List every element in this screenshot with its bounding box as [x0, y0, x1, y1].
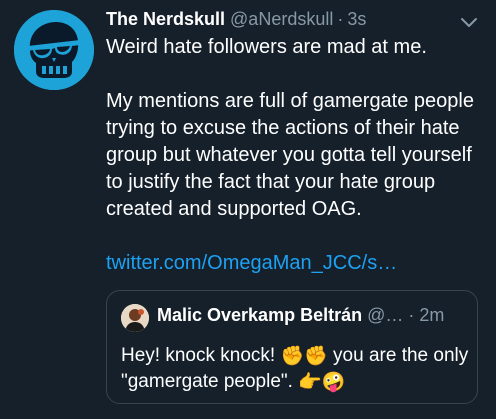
- quoted-separator-dot: ·: [408, 305, 415, 325]
- separator-dot: ·: [337, 9, 344, 29]
- tweet-header: The Nerdskull @aNerdskull · 3s: [106, 9, 366, 33]
- tweet-link[interactable]: twitter.com/OmegaMan_JCC/s…: [106, 250, 397, 277]
- quoted-tweet-text: Hey! knock knock! ✊✊ you are the only "g…: [121, 343, 471, 395]
- tweet-text-line1: Weird hate followers are mad at me.: [106, 36, 427, 58]
- pointing-right-emoji: 👉: [298, 372, 322, 393]
- tweet: The Nerdskull @aNerdskull · 3s Weird hat…: [0, 0, 496, 419]
- display-name[interactable]: The Nerdskull: [106, 9, 225, 30]
- avatar[interactable]: [14, 10, 94, 90]
- chevron-down-icon: [461, 18, 477, 27]
- quoted-tweet-card[interactable]: Malic Overkamp Beltrán @… · 2m Hey! knoc…: [106, 290, 478, 404]
- quoted-avatar[interactable]: [121, 304, 149, 332]
- user-handle[interactable]: @aNerdskull: [230, 9, 333, 30]
- quoted-text-part1: Hey! knock knock!: [121, 345, 281, 366]
- quoted-user-handle: @…: [367, 305, 404, 325]
- zany-face-emoji: 🤪: [321, 372, 346, 393]
- raised-fist-emoji: ✊✊: [280, 346, 328, 367]
- quoted-display-name: Malic Overkamp Beltrán: [157, 305, 363, 325]
- person-avatar-icon: [121, 304, 149, 332]
- tweet-text-paragraph: My mentions are full of gamergate people…: [106, 90, 474, 220]
- quoted-timestamp: 2m: [419, 305, 445, 325]
- skull-avatar-icon: [14, 10, 94, 90]
- tweet-menu-button[interactable]: [457, 12, 481, 32]
- quoted-tweet-header: Malic Overkamp Beltrán @… · 2m: [157, 305, 444, 326]
- timestamp[interactable]: 3s: [347, 9, 366, 30]
